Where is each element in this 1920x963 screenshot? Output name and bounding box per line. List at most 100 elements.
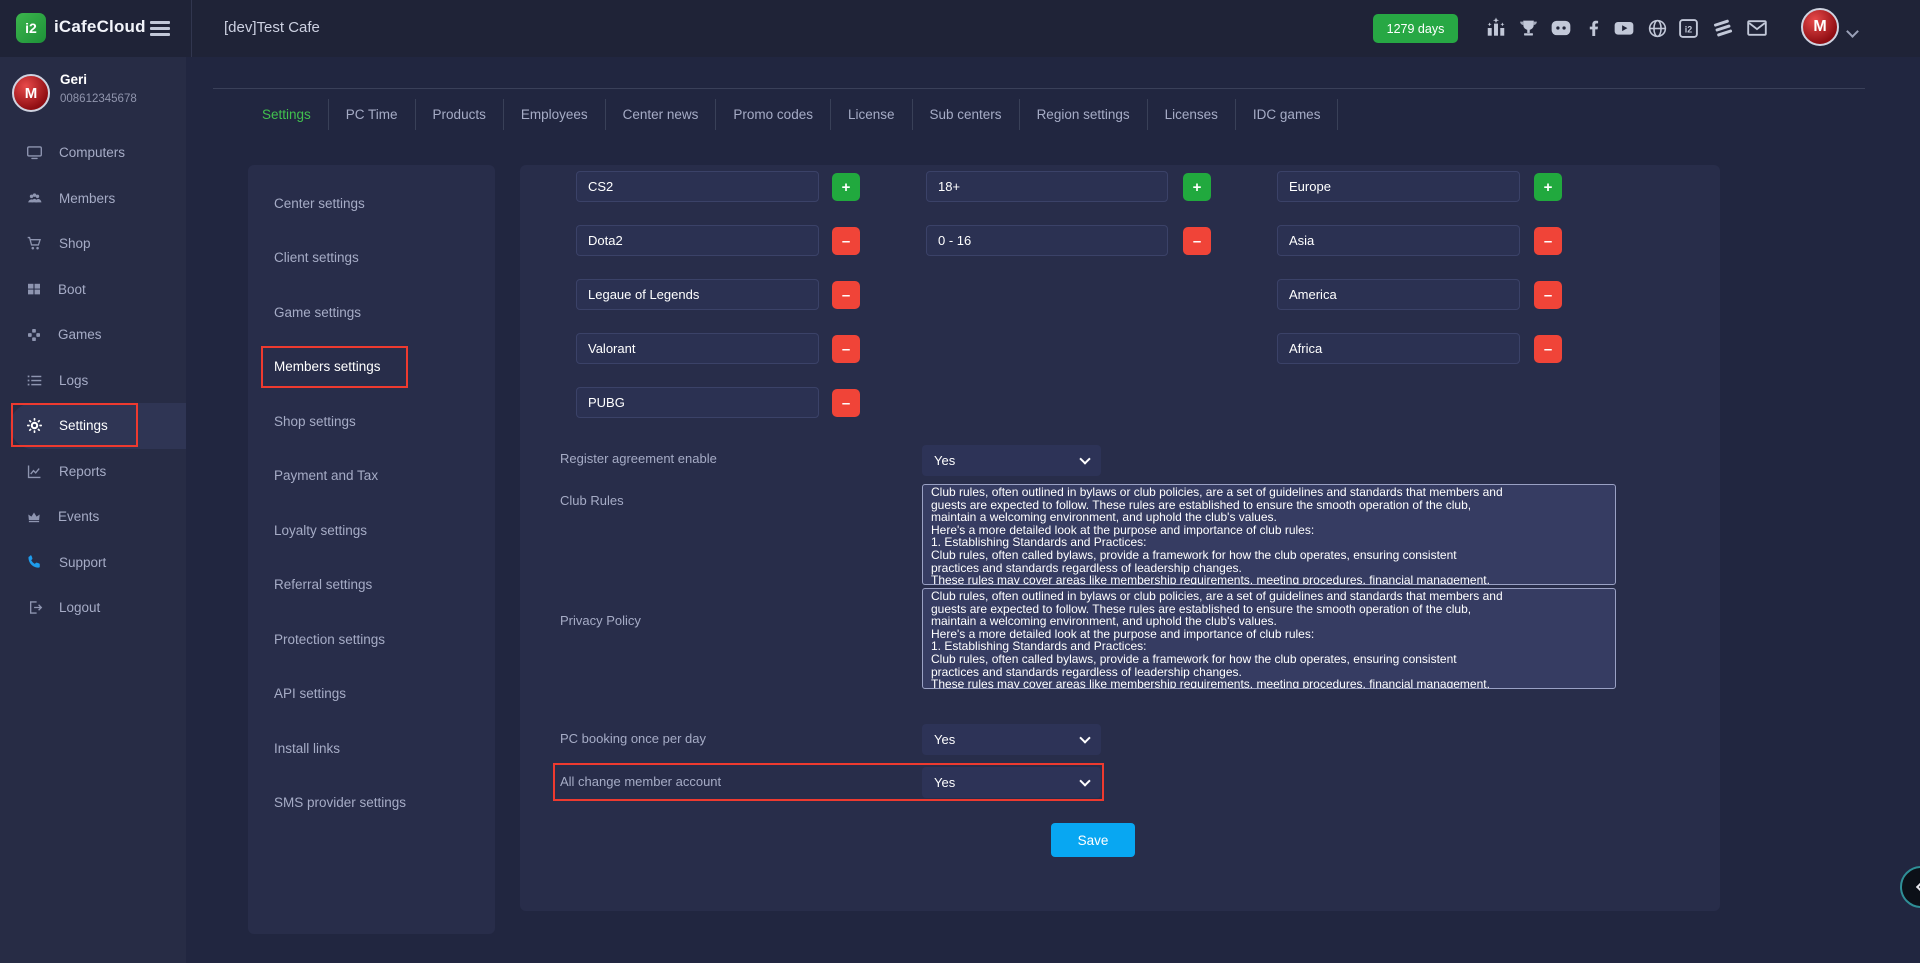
pc-booking-select[interactable]: Yes — [922, 724, 1101, 755]
chevron-down-icon — [1079, 453, 1090, 464]
sidebar-user-phone: 008612345678 — [60, 93, 137, 105]
privacy-policy-textarea[interactable]: Club rules, often outlined in bylaws or … — [922, 588, 1616, 689]
add-age-button[interactable]: + — [1183, 173, 1211, 201]
settings-nav-client-settings[interactable]: Client settings — [248, 231, 495, 286]
youtube-icon[interactable] — [1612, 16, 1636, 40]
facebook-icon[interactable] — [1582, 16, 1606, 40]
main-content: Settings PC Time Products Employees Cent… — [186, 57, 1920, 963]
sidebar-user-avatar: M — [12, 74, 50, 112]
chevron-down-icon[interactable] — [1848, 23, 1857, 41]
mail-icon[interactable] — [1745, 16, 1769, 40]
settings-subnav: Center settings Client settings Game set… — [248, 165, 495, 934]
settings-nav-payment-and-tax[interactable]: Payment and Tax — [248, 449, 495, 504]
remove-age-button-0-16[interactable]: – — [1183, 227, 1211, 255]
settings-nav-loyalty-settings[interactable]: Loyalty settings — [248, 503, 495, 558]
user-avatar[interactable]: M — [1801, 8, 1839, 46]
sidebar-item-shop[interactable]: Shop — [0, 221, 186, 267]
members-icon — [26, 190, 43, 207]
gear-icon — [26, 417, 43, 434]
game-input-cs2[interactable] — [576, 171, 819, 202]
remove-game-button-valorant[interactable]: – — [832, 335, 860, 363]
icafe-icon[interactable]: i2 — [1676, 16, 1700, 40]
sidebar-item-members[interactable]: Members — [0, 176, 186, 222]
tabs-bar: Settings PC Time Products Employees Cent… — [245, 99, 1338, 130]
trophy-icon[interactable] — [1516, 16, 1540, 40]
tab-idc-games[interactable]: IDC games — [1236, 99, 1339, 130]
tab-products[interactable]: Products — [416, 99, 504, 130]
tab-region-settings[interactable]: Region settings — [1020, 99, 1148, 130]
game-input-valorant[interactable] — [576, 333, 819, 364]
settings-nav-game-settings[interactable]: Game settings — [248, 285, 495, 340]
tab-employees[interactable]: Employees — [504, 99, 606, 130]
sidebar-item-games[interactable]: Games — [0, 312, 186, 358]
sidebar-nav: Computers Members Shop Boot Games Logs — [0, 130, 186, 631]
sidebar-item-support[interactable]: Support — [0, 540, 186, 586]
logout-icon — [26, 599, 43, 616]
tab-pc-time[interactable]: PC Time — [329, 99, 416, 130]
sidebar-item-reports[interactable]: Reports — [0, 449, 186, 495]
settings-nav-center-settings[interactable]: Center settings — [248, 176, 495, 231]
tab-settings[interactable]: Settings — [245, 99, 329, 130]
sidebar-item-computers[interactable]: Computers — [0, 130, 186, 176]
settings-nav-members-settings[interactable]: Members settings — [248, 340, 495, 395]
settings-nav-protection-settings[interactable]: Protection settings — [248, 612, 495, 667]
sidebar-item-logs[interactable]: Logs — [0, 358, 186, 404]
register-agreement-select[interactable]: Yes — [922, 445, 1101, 476]
remove-region-button-africa[interactable]: – — [1534, 335, 1562, 363]
sidebar-item-settings[interactable]: Settings — [10, 403, 186, 449]
region-input-america[interactable] — [1277, 279, 1520, 310]
settings-nav-sms-provider-settings[interactable]: SMS provider settings — [248, 776, 495, 831]
game-input-legaue-of-legends[interactable] — [576, 279, 819, 310]
remove-region-button-asia[interactable]: – — [1534, 227, 1562, 255]
tab-center-news[interactable]: Center news — [606, 99, 717, 130]
discord-icon[interactable] — [1549, 16, 1573, 40]
remove-game-button-legaue-of-legends[interactable]: – — [832, 281, 860, 309]
region-input-europe[interactable] — [1277, 171, 1520, 202]
list-icon — [26, 372, 43, 389]
sidebar-item-logout[interactable]: Logout — [0, 585, 186, 631]
crown-icon — [26, 509, 42, 525]
globe-icon[interactable] — [1645, 16, 1669, 40]
ranking-icon[interactable] — [1484, 16, 1508, 40]
tab-promo-codes[interactable]: Promo codes — [716, 99, 831, 130]
region-input-asia[interactable] — [1277, 225, 1520, 256]
brand-logo-icon: i2 — [16, 13, 46, 43]
members-settings-form: + – – – – + – + – – – Register agreement… — [520, 165, 1720, 911]
tabs-divider-line — [213, 88, 1865, 89]
age-input-0-16[interactable] — [926, 225, 1168, 256]
settings-nav-api-settings[interactable]: API settings — [248, 667, 495, 722]
cart-icon — [26, 235, 43, 252]
save-button[interactable]: Save — [1051, 823, 1135, 857]
region-input-africa[interactable] — [1277, 333, 1520, 364]
remove-game-button-dota2[interactable]: – — [832, 227, 860, 255]
privacy-policy-label: Privacy Policy — [560, 613, 641, 629]
settings-nav-shop-settings[interactable]: Shop settings — [248, 394, 495, 449]
game-input-dota2[interactable] — [576, 225, 819, 256]
windows-icon — [26, 281, 42, 297]
add-region-button[interactable]: + — [1534, 173, 1562, 201]
cafe-title: [dev]Test Cafe — [224, 19, 320, 36]
club-rules-textarea[interactable]: Club rules, often outlined in bylaws or … — [922, 484, 1616, 585]
all-change-member-account-label: All change member account — [560, 774, 721, 790]
stack-icon[interactable] — [1711, 16, 1735, 40]
topbar-divider — [191, 0, 192, 57]
all-change-member-account-select[interactable]: Yes — [922, 767, 1101, 798]
tab-license[interactable]: License — [831, 99, 913, 130]
settings-nav-referral-settings[interactable]: Referral settings — [248, 558, 495, 613]
tab-sub-centers[interactable]: Sub centers — [913, 99, 1020, 130]
remove-region-button-america[interactable]: – — [1534, 281, 1562, 309]
club-rules-label: Club Rules — [560, 493, 624, 509]
license-days-badge[interactable]: 1279 days — [1373, 14, 1458, 43]
settings-nav-install-links[interactable]: Install links — [248, 721, 495, 776]
add-game-button[interactable]: + — [832, 173, 860, 201]
sidebar-item-boot[interactable]: Boot — [0, 267, 186, 313]
svg-text:i2: i2 — [1684, 24, 1691, 34]
tab-licenses[interactable]: Licenses — [1148, 99, 1236, 130]
menu-toggle-button[interactable] — [150, 21, 170, 39]
chevron-down-icon — [1079, 775, 1090, 786]
age-input-18plus[interactable] — [926, 171, 1168, 202]
game-input-pubg[interactable] — [576, 387, 819, 418]
sidebar-item-events[interactable]: Events — [0, 494, 186, 540]
remove-game-button-pubg[interactable]: – — [832, 389, 860, 417]
register-agreement-label: Register agreement enable — [560, 451, 717, 467]
